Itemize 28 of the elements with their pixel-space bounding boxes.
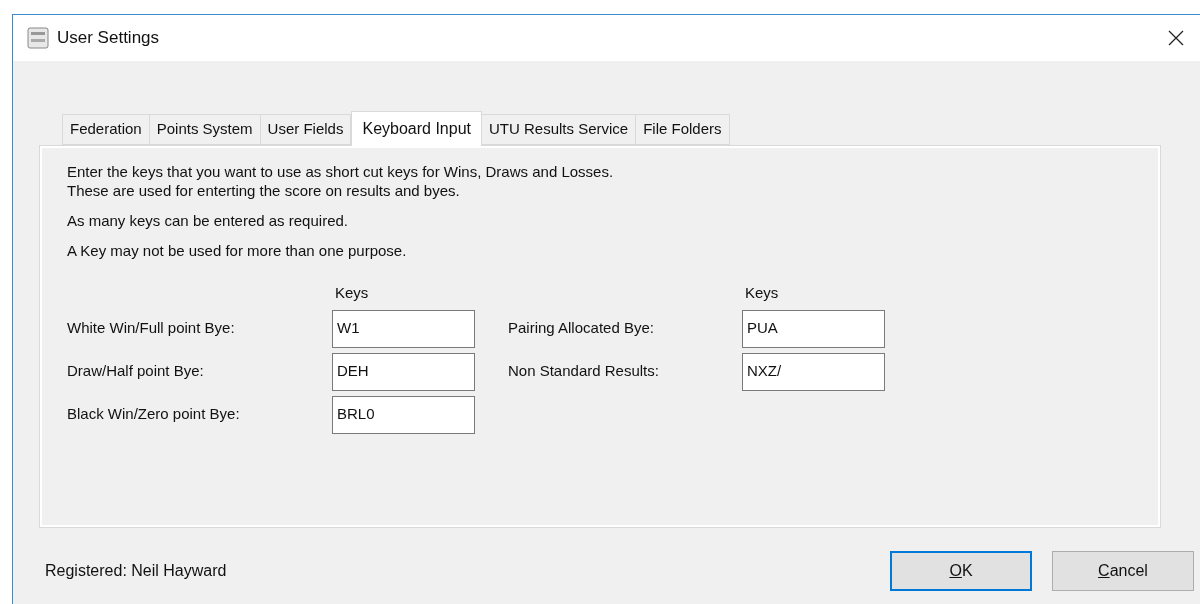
- tab[interactable]: UTU Results Service: [481, 114, 637, 145]
- tab[interactable]: File Folders: [635, 114, 730, 145]
- key-input-field[interactable]: PUA: [742, 309, 885, 348]
- close-icon[interactable]: [1168, 30, 1184, 46]
- column-heading: Keys: [745, 283, 779, 303]
- tab[interactable]: User Fields: [259, 114, 352, 145]
- field-label: Black Win/Zero point Bye:: [67, 404, 241, 425]
- column-heading: Keys: [335, 283, 369, 303]
- key-input-field[interactable]: W1: [332, 309, 475, 348]
- app-icon: [27, 27, 49, 49]
- registration-text: Registered: Neil Hayward: [45, 561, 227, 581]
- instruction-text: A Key may not be used for more than one purpose.: [67, 241, 407, 260]
- field-label: White Win/Full point Bye:: [67, 318, 236, 339]
- field-label: Pairing Allocated Bye:: [508, 318, 655, 339]
- tab[interactable]: Points System: [148, 114, 261, 145]
- field-label: Draw/Half point Bye:: [67, 361, 205, 382]
- window-title: User Settings: [57, 27, 160, 50]
- key-input-field[interactable]: DEH: [332, 352, 475, 391]
- dialog-button[interactable]: Cancel: [1052, 551, 1194, 591]
- instruction-text: Enter the keys that you want to use as short cut keys for Wins, Draws and Losses.: [67, 162, 614, 181]
- instruction-text: As many keys can be entered as required.: [67, 211, 348, 230]
- dialog-button[interactable]: OK: [890, 551, 1032, 591]
- instruction-text: These are used for enterting the score on results and byes.: [67, 181, 460, 200]
- key-input-field[interactable]: BRL0: [332, 395, 475, 434]
- tab[interactable]: Federation: [62, 114, 150, 145]
- field-label: Non Standard Results:: [508, 361, 660, 382]
- tab[interactable]: Keyboard Input: [351, 111, 482, 146]
- key-input-field[interactable]: NXZ/: [742, 352, 885, 391]
